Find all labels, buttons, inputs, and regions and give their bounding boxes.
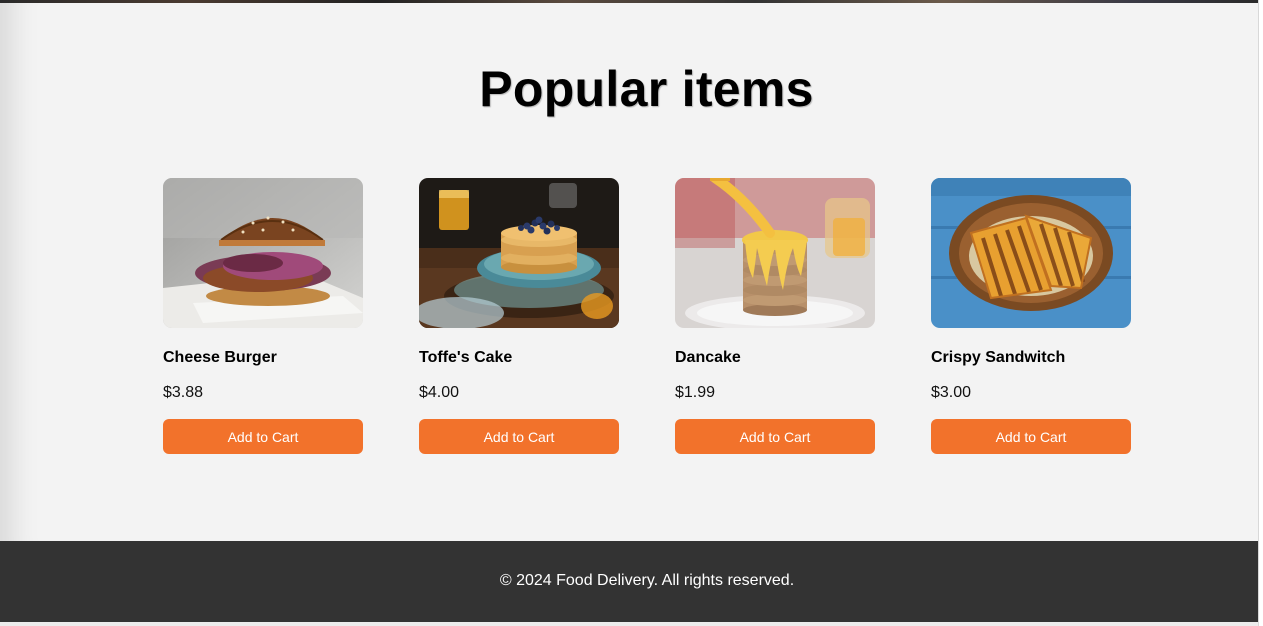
add-to-cart-button[interactable]: Add to Cart (419, 419, 619, 454)
product-name: Cheese Burger (163, 349, 277, 366)
product-name: Crispy Sandwitch (931, 349, 1066, 366)
product-card: Dancake $1.99 Add to Cart (675, 178, 875, 454)
burger-image (163, 178, 363, 328)
pancake-syrup-image (675, 178, 875, 328)
grilled-sandwich-image (931, 178, 1131, 328)
add-to-cart-button[interactable]: Add to Cart (931, 419, 1131, 454)
page: Popular items Cheese Burger $3.88 Add to… (0, 0, 1263, 626)
product-card: Crispy Sandwitch $3.00 Add to Cart (931, 178, 1131, 454)
pancake-blueberry-image (419, 178, 619, 328)
product-price: $1.99 (675, 384, 716, 401)
product-card: Toffe's Cake $4.00 Add to Cart (419, 178, 619, 454)
product-price: $3.00 (931, 384, 972, 401)
popular-items-section: Popular items Cheese Burger $3.88 Add to… (0, 3, 1258, 541)
copyright-text: © 2024 Food Delivery. All rights reserve… (499, 572, 795, 589)
page-bottom-edge (0, 622, 1263, 626)
product-price: $4.00 (419, 384, 460, 401)
product-card: Cheese Burger $3.88 Add to Cart (163, 178, 363, 454)
footer: © 2024 Food Delivery. All rights reserve… (0, 541, 1258, 622)
scrollbar-track[interactable] (1258, 0, 1263, 626)
section-title: Popular items (479, 61, 814, 117)
add-to-cart-button[interactable]: Add to Cart (163, 419, 363, 454)
product-name: Toffe's Cake (419, 349, 513, 366)
add-to-cart-button[interactable]: Add to Cart (675, 419, 875, 454)
product-price: $3.88 (163, 384, 204, 401)
product-name: Dancake (675, 349, 741, 366)
